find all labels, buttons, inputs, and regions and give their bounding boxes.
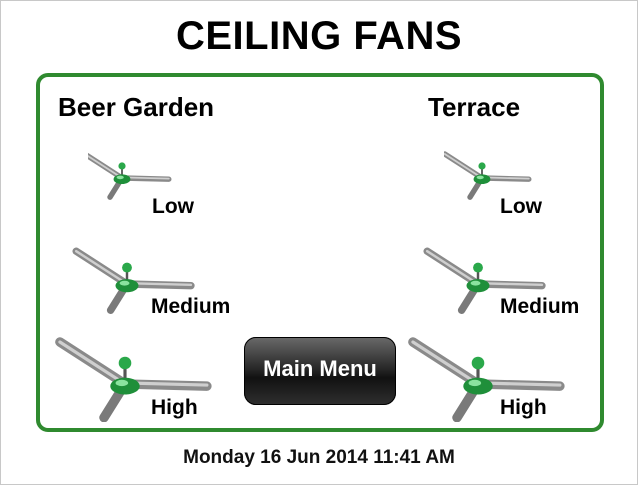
ceiling-fan-icon [88, 152, 172, 200]
page-title: CEILING FANS [175, 14, 463, 58]
speed-label-high: High [500, 396, 547, 419]
speed-label-low: Low [152, 195, 194, 218]
terrace-low-button[interactable]: Low [444, 140, 564, 220]
ceiling-fan-icon [55, 337, 212, 422]
speed-label-low: Low [500, 195, 542, 218]
beer-garden-medium-button[interactable]: Medium [72, 234, 247, 320]
beer-garden-high-button[interactable]: High [45, 322, 225, 422]
zone-title-terrace: Terrace [428, 92, 521, 122]
terrace-medium-button[interactable]: Medium [418, 234, 598, 320]
ceiling-fan-icon [444, 151, 532, 200]
zone-title-beer-garden: Beer Garden [58, 92, 215, 122]
speed-label-medium: Medium [151, 295, 231, 318]
ceiling-fan-icon [408, 337, 565, 422]
terrace-high-button[interactable]: High [396, 322, 586, 422]
main-menu-button[interactable]: Main Menu [244, 337, 396, 405]
beer-garden-low-button[interactable]: Low [88, 140, 208, 220]
datetime-display: Monday 16 Jun 2014 11:41 AM [183, 447, 455, 468]
speed-label-medium: Medium [500, 295, 580, 318]
speed-label-high: High [151, 396, 198, 419]
